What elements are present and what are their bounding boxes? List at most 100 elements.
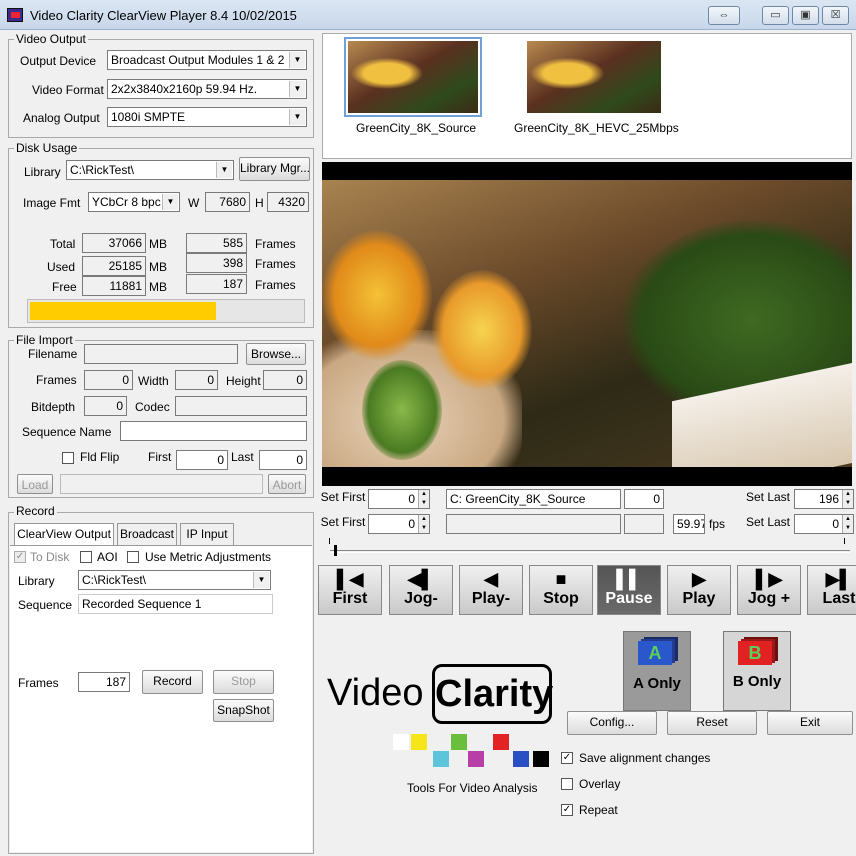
frames-value: 0 <box>84 370 133 390</box>
thumbnail-hevc[interactable] <box>527 41 661 113</box>
analog-output-label: Analog Output <box>23 111 100 125</box>
play-back-icon: ◀ <box>484 569 498 589</box>
disk-usage-bar <box>27 299 305 323</box>
maximize-button[interactable]: ▣ <box>792 6 819 25</box>
timeline-slider-thumb[interactable] <box>334 545 337 556</box>
first-b-spinner[interactable]: 0 ▲ ▼ <box>368 514 430 534</box>
exit-button[interactable]: Exit <box>767 711 853 735</box>
jog-forward-button[interactable]: ▌▶ Jog + <box>737 565 801 615</box>
spinner-arrows-icon: ▲ ▼ <box>418 490 429 508</box>
minimize-button[interactable]: ▭ <box>762 6 789 25</box>
reset-button[interactable]: Reset <box>667 711 757 735</box>
brand-tagline: Tools For Video Analysis <box>407 781 538 795</box>
tab-broadcast[interactable]: Broadcast <box>117 523 177 545</box>
brand-video: Video <box>327 672 424 714</box>
output-device-select[interactable]: Broadcast Output Modules 1 & 2 ▼ <box>107 50 307 70</box>
jog-back-label: Jog- <box>404 590 438 607</box>
import-progress-bar <box>60 474 263 494</box>
first-input[interactable]: 0 <box>176 450 228 470</box>
free-frames: 187 <box>186 274 247 294</box>
tab-ip-input[interactable]: IP Input <box>180 523 234 545</box>
pause-label: Pause <box>605 590 653 607</box>
first-a-spinner[interactable]: 0 ▲ ▼ <box>368 489 430 509</box>
record-library-select[interactable]: C:\RickTest\ ▼ <box>78 570 271 590</box>
video-format-label: Video Format <box>32 83 104 97</box>
record-frames-label: Frames <box>18 676 59 690</box>
play-back-label: Play- <box>471 590 511 607</box>
clip-b-frame-field <box>624 514 664 534</box>
first-icon: ▌◀ <box>336 569 364 589</box>
aoi-checkbox[interactable] <box>80 551 92 563</box>
library-select[interactable]: C:\RickTest\ ▼ <box>66 160 234 180</box>
record-stop-button[interactable]: Stop <box>213 670 274 694</box>
clip-name-field: C: GreenCity_8K_Source <box>446 489 621 509</box>
analog-output-select[interactable]: 1080i SMPTE ▼ <box>107 107 307 127</box>
stop-label: Stop <box>543 590 579 607</box>
jog-back-icon: ◀▌ <box>407 569 435 589</box>
set-last-button-b[interactable]: Set Last <box>745 514 791 532</box>
set-last-button[interactable]: Set Last <box>745 489 791 507</box>
output-device-label: Output Device <box>20 54 97 68</box>
total-mb: 37066 <box>82 233 146 253</box>
browse-button[interactable]: Browse... <box>246 343 306 365</box>
color-swatch-white <box>393 734 409 750</box>
chevron-down-icon: ▼ <box>289 81 305 97</box>
save-alignment-label: Save alignment changes <box>579 751 711 765</box>
swap-icon[interactable]: ⇔ <box>708 6 740 25</box>
stop-button[interactable]: ■ Stop <box>529 565 593 615</box>
filename-field[interactable] <box>84 344 238 364</box>
b-only-button[interactable]: B B Only <box>723 631 791 711</box>
save-alignment-checkbox[interactable]: ✓ <box>561 752 573 764</box>
close-button[interactable]: ☒ <box>822 6 849 25</box>
pause-button[interactable]: ▌▌ Pause <box>597 565 661 615</box>
overlay-label: Overlay <box>579 777 621 791</box>
metric-checkbox[interactable] <box>127 551 139 563</box>
tab-clearview-output[interactable]: ClearView Output <box>14 523 114 545</box>
thumbnail-source[interactable] <box>344 37 482 117</box>
to-disk-checkbox[interactable]: ✓ <box>14 551 26 563</box>
record-button[interactable]: Record <box>142 670 203 694</box>
last-a-spinner[interactable]: 196 ▲ ▼ <box>794 489 854 509</box>
load-button[interactable]: Load <box>17 474 53 494</box>
sequence-name-label: Sequence Name <box>22 425 112 439</box>
video-format-select[interactable]: 2x2x3840x2160p 59.94 Hz. ▼ <box>107 79 307 99</box>
filename-label: Filename <box>28 347 78 361</box>
last-input[interactable]: 0 <box>259 450 307 470</box>
fld-flip-checkbox[interactable] <box>62 452 74 464</box>
thumbnail-source-label: GreenCity_8K_Source <box>356 121 477 135</box>
a-only-label: A Only <box>633 675 681 692</box>
last-button[interactable]: ▶▌ Last <box>807 565 856 615</box>
disk-usage-fill <box>30 302 217 320</box>
last-icon: ▶▌ <box>825 569 853 589</box>
video-display[interactable] <box>322 162 852 486</box>
to-disk-label: To Disk <box>30 550 70 564</box>
total-frames: 585 <box>186 233 247 253</box>
color-swatch-cyan <box>433 751 449 767</box>
timeline-slider[interactable] <box>330 550 850 553</box>
play-button[interactable]: ▶ Play <box>667 565 731 615</box>
abort-button[interactable]: Abort <box>268 474 306 494</box>
snapshot-button[interactable]: SnapShot <box>213 699 274 722</box>
sequence-name-input[interactable] <box>120 421 307 441</box>
color-swatch-green <box>451 734 467 750</box>
image-fmt-select[interactable]: YCbCr 8 bpc ▼ <box>88 192 180 212</box>
repeat-label: Repeat <box>579 803 618 817</box>
fps-value: 59.97 <box>673 514 705 534</box>
a-only-button[interactable]: A A Only <box>623 631 691 711</box>
disk-usage-title: Disk Usage <box>14 141 80 155</box>
overlay-checkbox[interactable] <box>561 778 573 790</box>
repeat-checkbox[interactable]: ✓ <box>561 804 573 816</box>
play-back-button[interactable]: ◀ Play- <box>459 565 523 615</box>
clip-b-name-field <box>446 514 621 534</box>
record-sequence-label: Sequence <box>18 598 73 612</box>
library-manager-button[interactable]: Library Mgr... <box>239 157 310 181</box>
set-first-button[interactable]: Set First <box>320 489 366 507</box>
last-b-spinner[interactable]: 0 ▲ ▼ <box>794 514 854 534</box>
play-label: Play <box>682 590 716 607</box>
first-button[interactable]: ▌◀ First <box>318 565 382 615</box>
record-sequence-input[interactable]: Recorded Sequence 1 <box>78 594 273 614</box>
set-first-button-b[interactable]: Set First <box>320 514 366 532</box>
config-button[interactable]: Config... <box>567 711 657 735</box>
jog-back-button[interactable]: ◀▌ Jog- <box>389 565 453 615</box>
record-library-label: Library <box>18 574 55 588</box>
